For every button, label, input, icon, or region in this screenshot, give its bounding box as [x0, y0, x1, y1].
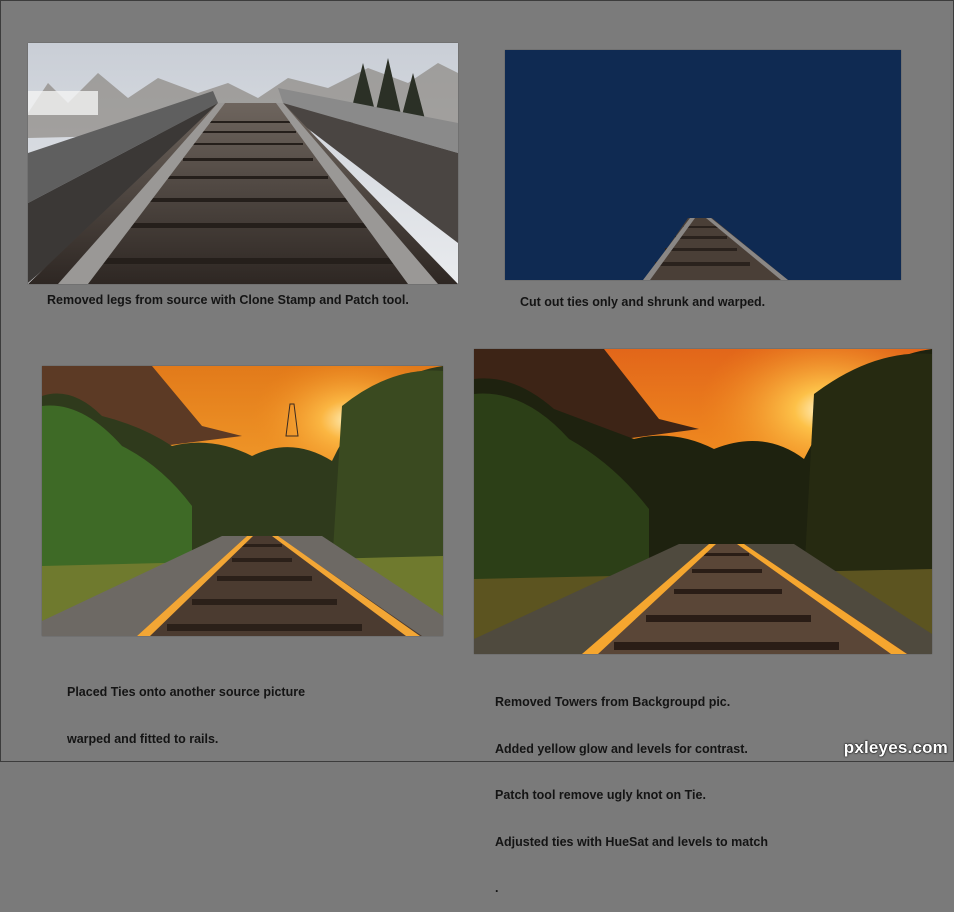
caption-step-4-line-3: Patch tool remove ugly knot on Tie.	[495, 788, 706, 802]
caption-step-3-line-2: warped and fitted to rails.	[67, 731, 219, 746]
cutout-ties-image	[505, 50, 901, 280]
caption-step-3: Placed Ties onto another source picture …	[67, 654, 305, 763]
site-watermark: pxleyes.com	[843, 738, 948, 757]
caption-step-2: Cut out ties only and shrunk and warped.	[520, 295, 766, 309]
caption-step-4-line-4: Adjusted ties with HueSat and levels to …	[495, 834, 768, 849]
caption-step-4: Removed Towers from Backgroupd pic. Adde…	[495, 664, 768, 912]
final-composite-image	[474, 349, 932, 654]
caption-step-4-line-2: Added yellow glow and levels for contras…	[495, 741, 748, 756]
placed-ties-sunset-image	[42, 366, 443, 636]
bridge-tracks-image	[28, 43, 458, 284]
caption-step-4-line-5: .	[495, 881, 499, 895]
caption-step-3-line-1: Placed Ties onto another source picture	[67, 685, 306, 699]
caption-step-1: Removed legs from source with Clone Stam…	[47, 293, 409, 307]
caption-step-4-line-1: Removed Towers from Backgroupd pic.	[495, 695, 731, 709]
